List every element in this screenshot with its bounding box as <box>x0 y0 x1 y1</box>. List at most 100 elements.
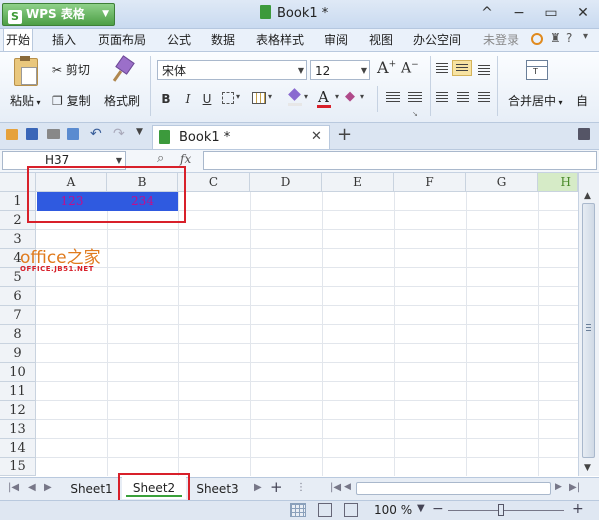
help-icon[interactable]: ? <box>566 31 572 45</box>
column-header-g[interactable]: G <box>466 173 538 192</box>
zoom-out-icon[interactable]: − <box>432 501 444 517</box>
column-header-h[interactable]: H <box>538 173 578 192</box>
row-header-14[interactable]: 14 <box>0 439 36 458</box>
cell-style-icon[interactable] <box>252 92 266 104</box>
login-status[interactable]: 未登录 <box>481 29 521 51</box>
row-header-12[interactable]: 12 <box>0 401 36 420</box>
formula-input[interactable] <box>203 151 597 170</box>
chevron-down-icon[interactable]: ▾ <box>360 92 364 101</box>
indent-icon[interactable] <box>386 92 400 104</box>
chevron-down-icon[interactable]: ▾ <box>236 92 240 101</box>
print-preview-icon[interactable] <box>67 128 79 140</box>
hscroll-right-icon[interactable]: ▶| <box>569 482 580 493</box>
zoom-magnifier-icon[interactable]: ⌕ <box>157 151 164 166</box>
restore-button[interactable]: ▭ <box>540 3 562 23</box>
column-header-e[interactable]: E <box>322 173 394 192</box>
page-layout-view-icon[interactable] <box>344 503 358 517</box>
paste-icon[interactable] <box>14 56 38 86</box>
align-bottom-icon[interactable] <box>478 65 490 76</box>
spreadsheet-grid[interactable]: A B C D E F G H 1 2 3 4 5 6 7 8 9 10 11 … <box>0 166 578 476</box>
menu-home[interactable]: 开始 <box>3 28 34 51</box>
font-size-combo[interactable]: 12 ▼ <box>310 60 370 80</box>
italic-button[interactable]: I <box>180 90 196 108</box>
row-header-13[interactable]: 13 <box>0 420 36 439</box>
hscroll-prev-icon[interactable]: ◀ <box>344 482 351 492</box>
format-painter-button[interactable]: 格式刷 <box>104 92 140 109</box>
minimize-button[interactable]: − <box>508 3 530 23</box>
fill-color-icon[interactable] <box>288 88 302 106</box>
scroll-down-icon[interactable]: ▼ <box>584 463 591 473</box>
align-top-icon[interactable] <box>436 63 448 74</box>
redo-icon[interactable]: ↷ <box>113 126 125 142</box>
outdent-icon[interactable] <box>408 92 422 104</box>
row-header-11[interactable]: 11 <box>0 382 36 401</box>
row-header-10[interactable]: 10 <box>0 363 36 382</box>
next-sheet-icon[interactable]: ▶ <box>44 482 52 493</box>
shirt-icon[interactable]: ♜ <box>550 31 561 45</box>
horizontal-scroll-thumb[interactable] <box>356 482 551 495</box>
zoom-slider-track[interactable] <box>448 510 564 511</box>
cut-button[interactable]: ✂ 剪切 <box>52 61 90 78</box>
new-tab-icon[interactable]: + <box>337 124 352 145</box>
save-icon[interactable] <box>26 128 38 140</box>
row-header-9[interactable]: 9 <box>0 344 36 363</box>
chevron-down-icon[interactable]: ▾ <box>304 92 308 101</box>
zoom-in-icon[interactable]: + <box>572 501 584 517</box>
align-middle-button[interactable] <box>452 60 472 76</box>
align-right-icon[interactable] <box>478 92 490 103</box>
menu-formula[interactable]: 公式 <box>165 29 193 51</box>
row-header-7[interactable]: 7 <box>0 306 36 325</box>
column-header-d[interactable]: D <box>250 173 322 192</box>
hscroll-next-icon[interactable]: ▶ <box>555 482 562 492</box>
normal-view-icon[interactable] <box>290 503 306 517</box>
zoom-dropdown-icon[interactable]: ▼ <box>417 503 425 514</box>
scroll-up-icon[interactable]: ▲ <box>584 191 591 201</box>
insert-function-button[interactable]: fx <box>180 152 191 166</box>
font-shrink-button[interactable]: A− <box>401 60 419 77</box>
undo-icon[interactable]: ↶ <box>90 126 102 142</box>
close-tab-icon[interactable]: ✕ <box>311 129 322 144</box>
underline-button[interactable]: U <box>199 90 215 108</box>
open-folder-icon[interactable] <box>6 129 18 140</box>
menu-data[interactable]: 数据 <box>209 29 237 51</box>
hscroll-left-icon[interactable]: |◀ <box>330 482 341 493</box>
copy-button[interactable]: ❐ 复制 <box>52 92 91 109</box>
skin-icon[interactable] <box>531 33 543 45</box>
row-header-6[interactable]: 6 <box>0 287 36 306</box>
prev-sheet-icon[interactable]: ◀ <box>28 482 36 493</box>
tab-list-icon[interactable] <box>578 128 590 140</box>
quick-access-dropdown-icon[interactable]: ▼ <box>136 127 143 137</box>
menu-office-space[interactable]: 办公空间 <box>411 29 463 51</box>
vertical-scrollbar[interactable]: ▲ ▼ <box>578 173 599 476</box>
column-header-f[interactable]: F <box>394 173 466 192</box>
border-icon[interactable] <box>222 92 234 104</box>
menu-view[interactable]: 视图 <box>367 29 395 51</box>
menu-insert[interactable]: 插入 <box>50 29 78 51</box>
dialog-launcher-icon[interactable]: ↘ <box>412 110 418 118</box>
chevron-down-icon[interactable]: ▾ <box>268 92 272 101</box>
menu-page-layout[interactable]: 页面布局 <box>96 29 148 51</box>
sheet-tab-sheet3[interactable]: Sheet3 <box>190 478 245 500</box>
merge-center-icon[interactable]: T <box>526 60 548 80</box>
row-header-15[interactable]: 15 <box>0 458 36 476</box>
merge-center-button[interactable]: 合并居中 ▾ <box>508 92 563 109</box>
row-header-8[interactable]: 8 <box>0 325 36 344</box>
close-button[interactable]: ✕ <box>572 3 594 23</box>
menu-table-style[interactable]: 表格样式 <box>254 29 306 51</box>
page-break-view-icon[interactable] <box>318 503 332 517</box>
font-name-combo[interactable]: 宋体 ▼ <box>157 60 307 80</box>
app-menu-button[interactable]: S WPS 表格 ▼ <box>2 3 115 26</box>
sheet-tab-sheet1[interactable]: Sheet1 <box>64 478 119 500</box>
zoom-slider-thumb[interactable] <box>498 504 504 516</box>
scroll-thumb[interactable] <box>582 203 595 458</box>
first-sheet-icon[interactable]: |◀ <box>8 482 19 493</box>
align-left-icon[interactable] <box>436 92 448 103</box>
more-icon[interactable]: ⋮ <box>296 482 306 493</box>
sheet-list-icon[interactable]: ▶ <box>254 482 262 493</box>
menu-review[interactable]: 审阅 <box>322 29 350 51</box>
eraser-icon[interactable]: ◆ <box>345 89 355 104</box>
font-grow-button[interactable]: A+ <box>377 58 396 77</box>
paste-button[interactable]: 粘贴 ▾ <box>10 92 41 109</box>
auto-wrap-button[interactable]: 自 <box>576 92 588 109</box>
chevron-down-icon[interactable]: ▾ <box>583 31 588 42</box>
